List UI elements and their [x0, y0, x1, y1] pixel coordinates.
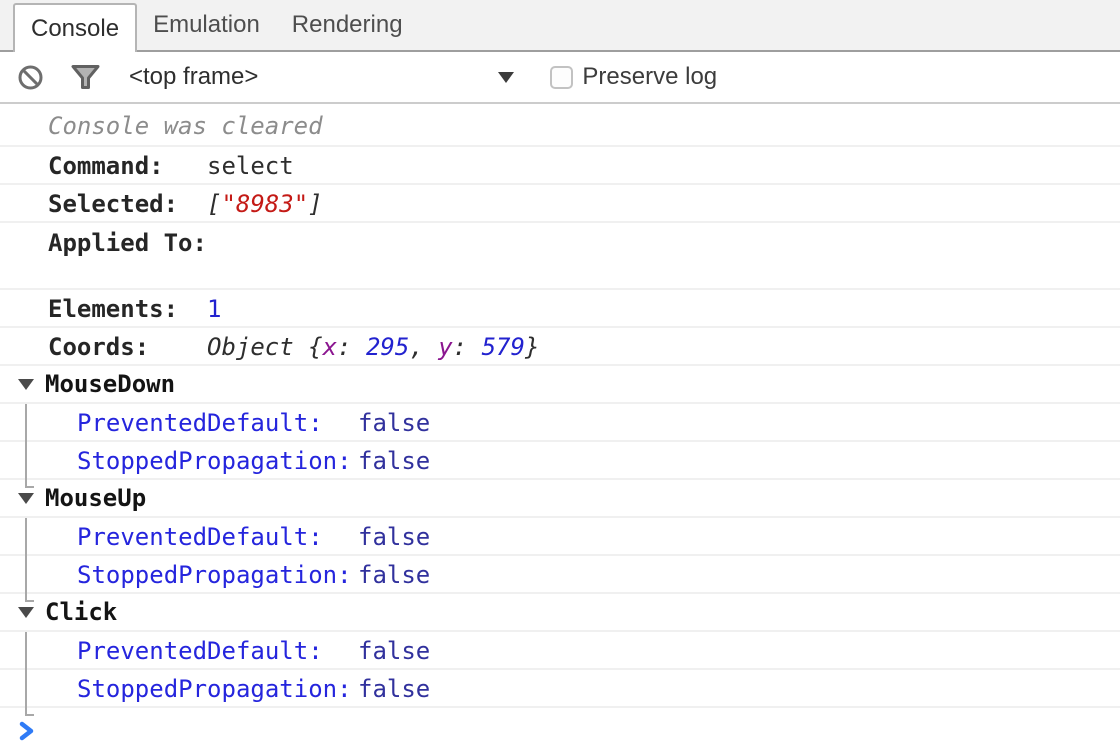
event-prop-label: PreventedDefault: [77, 524, 358, 550]
event-prop-label: StoppedPropagation: [77, 448, 358, 474]
applied-to-value: <select name="schedules[][userId]" data-… [207, 229, 1120, 290]
ban-circle-icon [17, 64, 44, 91]
event-prop-value: false [358, 524, 430, 550]
tab-console-label: Console [31, 15, 119, 43]
bracket-close: ] [308, 190, 322, 218]
console-toolbar: <top frame> Preserve log [0, 52, 1120, 104]
event-prop-value: false [358, 562, 430, 588]
log-row: PreventedDefault: false [0, 518, 1120, 556]
tab-emulation[interactable]: Emulation [137, 0, 276, 50]
prompt-chevron-icon [18, 720, 36, 742]
object-number: 295 [366, 333, 409, 361]
colon: : [337, 333, 366, 361]
object-number: 579 [482, 333, 525, 361]
console-output: Console was cleared Command: select Sele… [0, 104, 1120, 747]
funnel-icon [70, 63, 101, 91]
tab-rendering-label: Rendering [292, 11, 403, 39]
object-prop: x [323, 333, 337, 361]
event-prop-label: PreventedDefault: [77, 638, 358, 664]
colon: : [453, 333, 482, 361]
selected-value: ["8983"] [207, 191, 323, 217]
tab-console[interactable]: Console [13, 3, 137, 52]
comma: , [409, 333, 438, 361]
applied-to-label: Applied To: [48, 229, 207, 257]
log-row-elements: Elements: 1 [0, 290, 1120, 328]
tab-rendering[interactable]: Rendering [276, 0, 419, 50]
command-label: Command: [48, 153, 207, 179]
object-open: Object { [207, 333, 323, 361]
log-group-mousedown: MouseDown PreventedDefault: false Stoppe… [0, 366, 1120, 480]
event-prop-value: false [358, 638, 430, 664]
group-header[interactable]: Click [0, 594, 1120, 632]
bracket-open: [ [207, 190, 221, 218]
group-title: Click [45, 599, 117, 625]
dropdown-arrow-icon[interactable] [498, 72, 514, 83]
clear-console-button[interactable] [17, 64, 44, 91]
event-prop-label: StoppedPropagation: [77, 676, 358, 702]
log-row-cleared: Console was cleared [0, 104, 1120, 147]
command-value: select [207, 153, 294, 179]
log-row: StoppedPropagation: false [0, 670, 1120, 708]
object-close: } [525, 333, 539, 361]
elements-value: 1 [207, 296, 221, 322]
collapse-triangle-icon[interactable] [18, 379, 34, 390]
devtools-tab-bar: Console Emulation Rendering [0, 0, 1120, 52]
event-prop-value: false [358, 448, 430, 474]
frame-context-selector[interactable]: <top frame> [129, 63, 514, 91]
group-header[interactable]: MouseUp [0, 480, 1120, 518]
group-guide-line [25, 404, 34, 488]
collapse-triangle-icon[interactable] [18, 493, 34, 504]
event-prop-label: StoppedPropagation: [77, 562, 358, 588]
log-row: StoppedPropagation: false [0, 442, 1120, 480]
preserve-log-label: Preserve log [582, 63, 717, 91]
object-prop: y [438, 333, 452, 361]
group-guide-line [25, 632, 34, 716]
log-row-applied-to: Applied To: <select name="schedules[][us… [0, 223, 1120, 290]
filter-button[interactable] [70, 63, 101, 91]
log-row: PreventedDefault: false [0, 404, 1120, 442]
log-row-selected: Selected: ["8983"] [0, 185, 1120, 223]
console-cleared-message: Console was cleared [48, 113, 323, 139]
log-row: StoppedPropagation: false [0, 556, 1120, 594]
log-group-click: Click PreventedDefault: false StoppedPro… [0, 594, 1120, 708]
collapse-triangle-icon[interactable] [18, 607, 34, 618]
event-prop-value: false [358, 410, 430, 436]
coords-value: Object {x: 295, y: 579} [207, 334, 539, 360]
coords-label: Coords: [48, 334, 207, 360]
group-title: MouseUp [45, 485, 146, 511]
event-prop-label: PreventedDefault: [77, 410, 358, 436]
log-group-mouseup: MouseUp PreventedDefault: false StoppedP… [0, 480, 1120, 594]
console-prompt[interactable] [0, 708, 1120, 747]
preserve-log-checkbox[interactable] [550, 66, 573, 89]
frame-selector-label: <top frame> [129, 63, 258, 91]
log-row-command: Command: select [0, 147, 1120, 185]
group-header[interactable]: MouseDown [0, 366, 1120, 404]
group-title: MouseDown [45, 371, 175, 397]
elements-label: Elements: [48, 296, 207, 322]
selected-label: Selected: [48, 191, 207, 217]
selected-string: "8983" [221, 190, 308, 218]
group-guide-line [25, 518, 34, 602]
event-prop-value: false [358, 676, 430, 702]
tab-emulation-label: Emulation [153, 11, 260, 39]
log-row: PreventedDefault: false [0, 632, 1120, 670]
log-row-coords: Coords: Object {x: 295, y: 579} [0, 328, 1120, 366]
